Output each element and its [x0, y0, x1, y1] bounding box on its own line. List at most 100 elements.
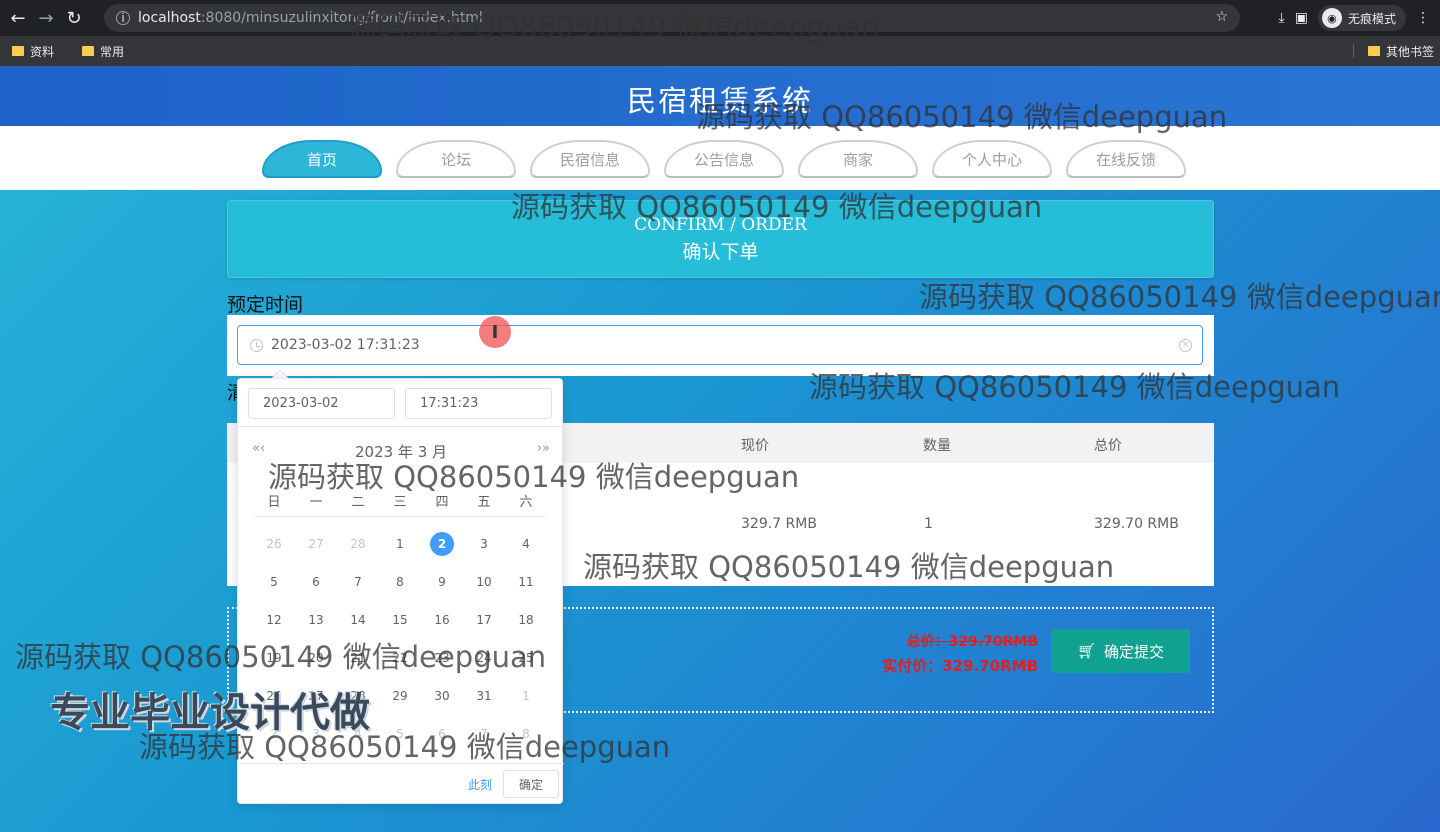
day-cell[interactable]: 29 — [379, 677, 421, 715]
day-number: 24 — [476, 651, 492, 665]
forward-icon[interactable]: → — [32, 4, 60, 32]
day-cell[interactable]: 19 — [253, 639, 295, 677]
day-number: 26 — [266, 537, 282, 551]
day-number: 13 — [308, 613, 324, 627]
submit-order-button[interactable]: 🛒︎ 确定提交 — [1051, 629, 1190, 673]
bookmark-folder[interactable]: 资料 — [12, 43, 54, 60]
incognito-label: 无痕模式 — [1347, 11, 1396, 26]
day-cell[interactable]: 8 — [505, 715, 547, 753]
day-cell[interactable]: 5 — [379, 715, 421, 753]
nav-announcements[interactable]: 公告信息 — [664, 140, 784, 178]
menu-icon[interactable]: ⋮ — [1416, 10, 1430, 26]
day-number: 12 — [266, 613, 282, 627]
bookmark-divider — [1353, 44, 1354, 58]
sidepanel-icon[interactable]: ▣ — [1295, 10, 1308, 26]
day-cell[interactable]: 4 — [505, 525, 547, 563]
day-number: 8 — [522, 727, 530, 741]
day-cell[interactable]: 17 — [463, 601, 505, 639]
promo-text: 专业毕业设计代做 — [50, 690, 370, 736]
day-number: 16 — [434, 613, 450, 627]
day-cell[interactable]: 6 — [295, 563, 337, 601]
day-number: 3 — [480, 537, 488, 551]
clear-icon[interactable]: × — [1179, 339, 1192, 352]
address-bar[interactable]: i localhost:8080/minsuzulinxitong/front/… — [104, 4, 1240, 32]
folder-icon — [82, 46, 95, 56]
day-number: 6 — [312, 575, 320, 589]
weekday-label: 五 — [477, 495, 491, 510]
nav-homestay-info[interactable]: 民宿信息 — [530, 140, 650, 178]
nav-merchants[interactable]: 商家 — [798, 140, 918, 178]
column-header: 总价 — [1094, 438, 1122, 454]
day-cell[interactable]: 11 — [505, 563, 547, 601]
day-cell[interactable]: 8 — [379, 563, 421, 601]
now-button[interactable]: 此刻 — [468, 776, 492, 793]
day-cell[interactable]: 30 — [421, 677, 463, 715]
browser-toolbar: ← → ↻ i localhost:8080/minsuzulinxitong/… — [0, 0, 1440, 36]
picker-date-input[interactable]: 2023-03-02 — [248, 388, 395, 419]
bookmark-folder[interactable]: 常用 — [82, 43, 124, 60]
booking-time-input[interactable]: 2023-03-02 17:31:23 × — [237, 325, 1203, 365]
nav-forum[interactable]: 论坛 — [396, 140, 516, 178]
day-cell[interactable]: 28 — [337, 525, 379, 563]
day-cell[interactable]: 5 — [253, 563, 295, 601]
url-host: localhost — [138, 10, 201, 26]
day-cell-selected[interactable]: 2 — [421, 525, 463, 563]
day-cell[interactable]: 1 — [505, 677, 547, 715]
day-cell[interactable]: 10 — [463, 563, 505, 601]
back-icon[interactable]: ← — [4, 4, 32, 32]
day-cell[interactable]: 21 — [337, 639, 379, 677]
bookmark-label: 常用 — [100, 44, 125, 59]
day-number: 7 — [354, 575, 362, 589]
confirm-title-zh: 确认下单 — [682, 241, 759, 263]
day-number: 1 — [396, 537, 404, 551]
weekday-label: 一 — [309, 495, 323, 510]
day-cell[interactable]: 20 — [295, 639, 337, 677]
day-cell[interactable]: 16 — [421, 601, 463, 639]
info-icon[interactable]: i — [116, 11, 130, 25]
next-month-year-icon[interactable]: ›» — [537, 441, 550, 456]
reload-icon[interactable]: ↻ — [60, 4, 88, 32]
day-cell[interactable]: 7 — [337, 563, 379, 601]
picker-time-input[interactable]: 17:31:23 — [405, 388, 552, 419]
day-cell[interactable]: 24 — [463, 639, 505, 677]
column-header: 数量 — [923, 438, 951, 454]
day-cell[interactable]: 15 — [379, 601, 421, 639]
day-cell[interactable]: 25 — [505, 639, 547, 677]
day-cell[interactable]: 14 — [337, 601, 379, 639]
incognito-badge[interactable]: ◉ 无痕模式 — [1317, 5, 1406, 31]
day-number: 17 — [476, 613, 492, 627]
cell-price: 329.7 RMB — [741, 516, 817, 532]
day-cell[interactable]: 6 — [421, 715, 463, 753]
day-cell[interactable]: 26 — [253, 525, 295, 563]
day-number: 19 — [266, 651, 282, 665]
day-cell[interactable]: 23 — [421, 639, 463, 677]
bookmark-label: 其他书签 — [1385, 44, 1434, 59]
picker-footer: 此刻 确定 — [238, 763, 564, 803]
day-cell[interactable]: 31 — [463, 677, 505, 715]
nav-feedback[interactable]: 在线反馈 — [1066, 140, 1186, 178]
day-cell[interactable]: 18 — [505, 601, 547, 639]
nav-user-center[interactable]: 个人中心 — [932, 140, 1052, 178]
day-cell[interactable]: 3 — [463, 525, 505, 563]
day-number: 6 — [438, 727, 446, 741]
day-cell[interactable]: 22 — [379, 639, 421, 677]
day-cell[interactable]: 7 — [463, 715, 505, 753]
day-cell[interactable]: 12 — [253, 601, 295, 639]
download-icon[interactable]: ⤓ — [1279, 10, 1285, 26]
day-number: 27 — [308, 537, 324, 551]
day-cell[interactable]: 27 — [295, 525, 337, 563]
day-number: 29 — [392, 689, 408, 703]
clock-icon — [250, 338, 263, 352]
nav-home[interactable]: 首页 — [262, 140, 382, 178]
confirm-button[interactable]: 确定 — [503, 770, 559, 798]
day-cell[interactable]: 9 — [421, 563, 463, 601]
day-number: 9 — [438, 575, 446, 589]
other-bookmarks[interactable]: 其他书签 — [1367, 36, 1434, 66]
star-icon[interactable]: ☆ — [1215, 9, 1228, 25]
weekday-label: 三 — [393, 495, 407, 510]
day-number: 1 — [522, 689, 530, 703]
submit-label: 确定提交 — [1104, 642, 1165, 661]
calendar-title[interactable]: 2023 年 3 月 — [238, 441, 564, 462]
day-cell[interactable]: 13 — [295, 601, 337, 639]
day-cell[interactable]: 1 — [379, 525, 421, 563]
